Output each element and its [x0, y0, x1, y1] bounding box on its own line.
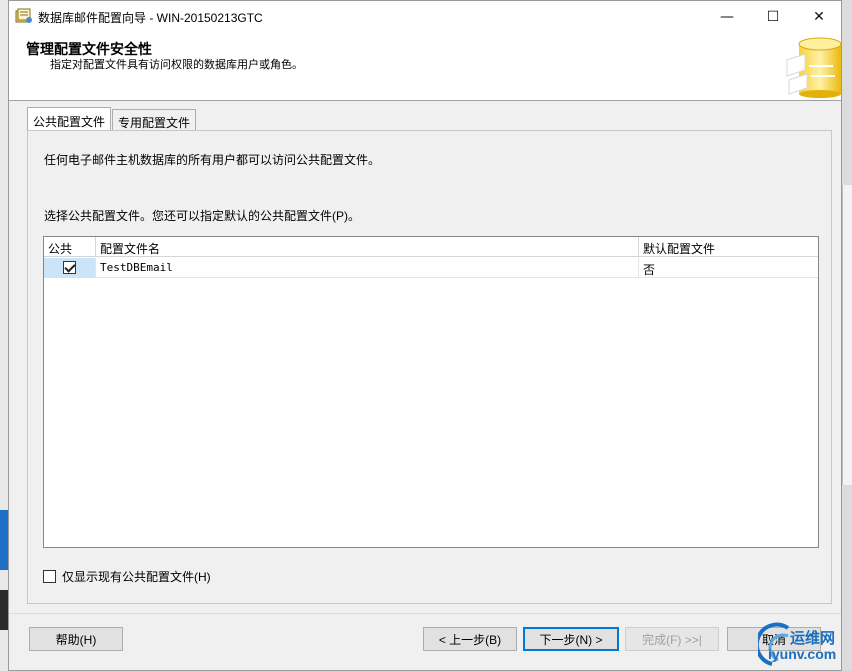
minimize-button[interactable]: — [704, 1, 750, 32]
back-button[interactable]: < 上一步(B) [423, 627, 517, 651]
public-profiles-description: 任何电子邮件主机数据库的所有用户都可以访问公共配置文件。 [44, 153, 381, 167]
help-button[interactable]: 帮助(H) [29, 627, 123, 651]
public-profiles-instruction: 选择公共配置文件。您还可以指定默认的公共配置文件(P)。 [44, 209, 360, 223]
wizard-header: 管理配置文件安全性 指定对配置文件具有访问权限的数据库用户或角色。 [9, 32, 841, 101]
tab-private-profiles[interactable]: 专用配置文件 [112, 109, 197, 131]
public-cell[interactable] [44, 258, 96, 278]
column-header-profile-name[interactable]: 配置文件名 [96, 237, 639, 257]
minimize-icon: — [720, 8, 734, 25]
grid-header: 公共 配置文件名 默认配置文件 [44, 237, 818, 257]
close-icon: ✕ [813, 8, 825, 25]
maximize-button[interactable]: ☐ [750, 1, 796, 32]
default-profile-cell[interactable]: 否 [639, 258, 818, 278]
watermark-url: iyunv.com [768, 646, 837, 662]
maximize-icon: ☐ [766, 8, 780, 25]
public-checkbox[interactable] [63, 261, 76, 274]
background-panel [842, 185, 852, 485]
database-mail-wizard-icon [15, 8, 32, 23]
public-profiles-panel: 任何电子邮件主机数据库的所有用户都可以访问公共配置文件。 选择公共配置文件。您还… [27, 130, 832, 604]
footer-separator [9, 613, 841, 614]
next-button[interactable]: 下一步(N) > [523, 627, 619, 651]
profile-name-cell[interactable]: TestDBEmail [96, 258, 639, 278]
database-mail-graphic-icon [786, 37, 841, 98]
table-row[interactable]: TestDBEmail 否 [44, 258, 818, 278]
tab-public-profiles[interactable]: 公共配置文件 [27, 107, 112, 130]
finish-button[interactable]: 完成(F) >>| [625, 627, 719, 651]
background-window-right [842, 0, 852, 671]
column-header-default-profile[interactable]: 默认配置文件 [639, 237, 818, 257]
profiles-grid[interactable]: 公共 配置文件名 默认配置文件 TestDBEmail 否 [43, 236, 819, 548]
window-title: 数据库邮件配置向导 - WIN-20150213GTC [38, 11, 263, 25]
only-public-checkbox[interactable] [43, 570, 56, 583]
column-header-public[interactable]: 公共 [44, 237, 96, 257]
wizard-dialog: 数据库邮件配置向导 - WIN-20150213GTC — ☐ ✕ 管理配置文件… [8, 0, 842, 671]
close-button[interactable]: ✕ [796, 1, 842, 32]
only-public-option[interactable]: 仅显示现有公共配置文件(H) [43, 568, 211, 585]
only-public-label[interactable]: 仅显示现有公共配置文件(H) [62, 568, 211, 585]
watermark-title: 运维网 [790, 630, 836, 647]
title-bar[interactable]: 数据库邮件配置向导 - WIN-20150213GTC — ☐ ✕ [9, 1, 841, 32]
page-subtitle: 指定对配置文件具有访问权限的数据库用户或角色。 [50, 59, 303, 71]
